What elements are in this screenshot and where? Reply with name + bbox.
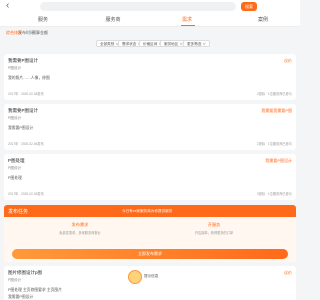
card-subtitle: P图设计 — [8, 66, 22, 70]
chevron-left-icon[interactable]: ‹ — [6, 1, 9, 11]
card-desc-2: 我需要P图设计 — [8, 295, 34, 299]
promo-note: 今日有xx家服务商为你提供服务 — [122, 208, 173, 213]
card-time: 2017年 · 2020-02-06发布 — [8, 142, 44, 146]
demand-card[interactable]: 图片修图设计p图 议价 P图设计 P图处理 主页修图要求 主页图片 我需要P图设… — [4, 266, 296, 300]
sort-budget[interactable]: 预算金额 — [32, 30, 48, 36]
filter-more[interactable]: 更多筛选 ∨ — [183, 40, 210, 47]
card-desc: 我需要P图设计 — [8, 126, 34, 130]
card-time: 2017年 · 2020-02-05发布 — [8, 192, 44, 196]
promo-option-open-shop[interactable]: 开服务 开店接单，获得更多的订单 — [174, 222, 254, 235]
card-title: 图片修图设计p图 — [8, 270, 43, 275]
tab-services[interactable]: 服务 — [28, 16, 58, 23]
option-desc: 免费发需求，多家服务商报价 — [59, 231, 101, 235]
active-tab-indicator — [181, 25, 195, 26]
promo-header: 发布任务 今日有xx家服务商为你提供服务 — [4, 205, 296, 217]
promo-option-publish[interactable]: 发布需求 免费发需求，多家服务商报价 — [40, 222, 120, 235]
card-title: 我需要P图设计 — [8, 58, 39, 63]
card-bids: 2投标 · 1位服务商已参与 — [256, 142, 292, 146]
card-time: 2017年 · 2020-02-08发布 — [8, 92, 44, 96]
card-desc: P图处理 主页修图要求 主页图片 — [8, 288, 63, 292]
demand-card[interactable]: 我需要P图设计 议价 P图设计 我的照片……人像，修图 2017年 · 2020… — [4, 54, 296, 100]
card-subtitle: P图设计 — [8, 278, 22, 282]
tab-cases[interactable]: 案例 — [248, 16, 278, 23]
sort-bar: 综合排序 发布时间 预算金额 — [0, 28, 300, 38]
tab-bar: 服务 服务商 需求 案例 — [0, 14, 300, 27]
promo-body: 发布需求 免费发需求，多家服务商报价 开服务 开店接单，获得更多的订单 立即发布… — [4, 217, 296, 262]
search-button[interactable]: 搜索 — [241, 2, 257, 11]
coin-icon[interactable] — [128, 270, 142, 284]
card-badge: 议价 — [284, 270, 292, 275]
card-title: 我需要P图设计 — [8, 108, 39, 113]
option-title: 发布需求 — [71, 222, 89, 227]
card-badge: 我需要我需要P图 — [261, 108, 292, 113]
publish-promo: 发布任务 今日有xx家服务商为你提供服务 发布需求 免费发需求，多家服务商报价 … — [4, 205, 296, 262]
search-input[interactable] — [40, 2, 236, 11]
card-bids: 3投标 · 1位服务商已参与 — [256, 192, 292, 196]
coin-tooltip: 提示信息 — [144, 274, 159, 278]
card-desc: 我的照片……人像，修图 — [8, 76, 50, 80]
promo-label: 发布任务 — [8, 209, 29, 215]
demand-card[interactable]: P图处理 我需要P图设计 P图设计 P图处理 2017年 · 2020-02-0… — [4, 154, 296, 200]
option-title: 开服务 — [207, 222, 221, 227]
tab-providers[interactable]: 服务商 — [98, 16, 128, 23]
card-badge: 我需要P图设计 — [265, 158, 292, 163]
demand-card[interactable]: 我需要P图设计 我需要我需要P图 P图设计 我需要P图设计 2017年 · 20… — [4, 104, 296, 150]
tab-demands[interactable]: 需求 — [172, 16, 202, 23]
card-bids: 2投标 · 1位服务商已参与 — [256, 92, 292, 96]
top-bar: ‹ 搜索 — [0, 0, 300, 14]
card-subtitle: P图设计 — [8, 166, 22, 170]
filter-bar: 全部类别 ∨ 需求状态 ∨ 价格区间 ∨ 服务地区 ∨ 更多筛选 ∨ — [0, 38, 300, 50]
card-badge: 议价 — [284, 58, 292, 63]
card-title: P图处理 — [8, 158, 25, 163]
card-desc: P图处理 — [8, 176, 22, 180]
option-desc: 开店接单，获得更多的订单 — [194, 231, 234, 235]
publish-demand-button[interactable]: 立即发布需求 — [12, 249, 288, 259]
card-subtitle: P图设计 — [8, 116, 22, 120]
